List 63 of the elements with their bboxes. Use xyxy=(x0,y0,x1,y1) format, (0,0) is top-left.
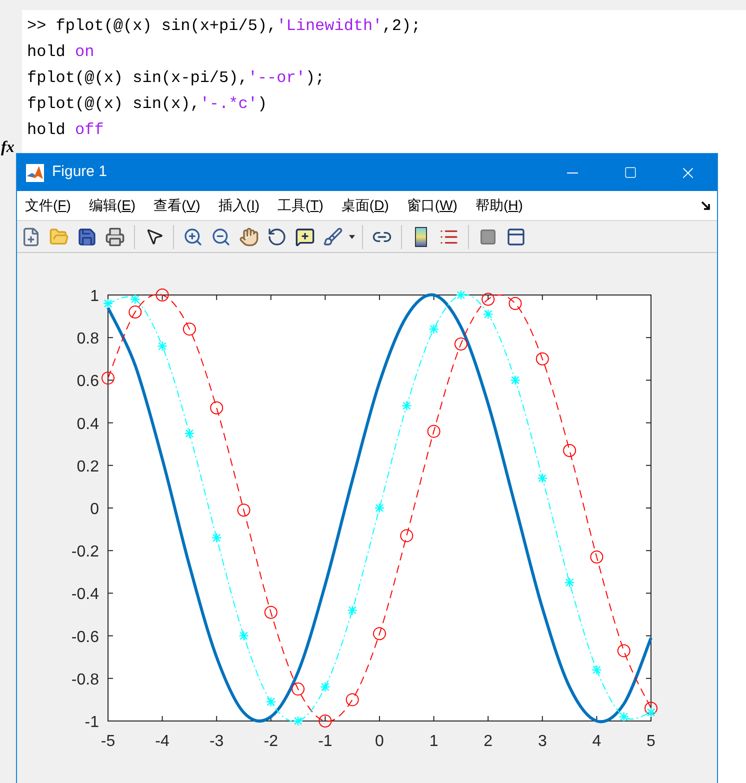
y-tick-label: -0.2 xyxy=(71,544,99,561)
point xyxy=(237,504,250,517)
point xyxy=(508,297,522,310)
minimize-icon xyxy=(566,172,578,174)
window-title: Figure 1 xyxy=(52,162,108,182)
menu-item[interactable]: 工具(T) xyxy=(276,195,324,216)
menu-item[interactable]: 编辑(E) xyxy=(88,195,137,216)
point xyxy=(590,550,604,564)
menu-item[interactable]: 文件(F) xyxy=(24,195,72,216)
code-line: fplot(@(x) sin(x-pi/5),'--or'); xyxy=(27,68,326,89)
point xyxy=(427,424,440,438)
x-tick-label: 3 xyxy=(538,733,547,750)
menu-item[interactable]: 查看(V) xyxy=(152,195,202,216)
point xyxy=(318,714,332,728)
x-tick-label: -2 xyxy=(264,733,278,750)
dock-arrow-icon[interactable] xyxy=(701,200,711,210)
code-line: hold on xyxy=(27,42,96,63)
dropdown-caret-icon[interactable] xyxy=(349,234,355,238)
point xyxy=(102,372,114,385)
y-tick-label: -0.4 xyxy=(71,586,99,604)
x-tick-label: 4 xyxy=(592,733,602,750)
point xyxy=(644,702,658,715)
code-line: hold off xyxy=(27,120,105,141)
y-tick-label: 0.6 xyxy=(76,373,99,390)
x-tick-label: -5 xyxy=(100,733,116,750)
menu-item[interactable]: 帮助(H) xyxy=(474,195,524,216)
code-line: >> fplot(@(x) sin(x+pi/5),'Linewidth',2); xyxy=(27,16,421,37)
point xyxy=(482,292,495,306)
point xyxy=(617,644,630,658)
y-tick-label: 0 xyxy=(90,501,99,518)
point xyxy=(563,444,576,457)
x-tick-label: -1 xyxy=(318,733,332,750)
point xyxy=(346,693,359,706)
y-tick-label: 0.4 xyxy=(76,416,99,433)
x-tick-label: -4 xyxy=(155,733,170,750)
menu-item[interactable]: 插入(I) xyxy=(217,195,261,216)
maximize-icon xyxy=(624,166,636,179)
point xyxy=(210,401,224,414)
y-tick-label: -0.6 xyxy=(71,628,99,646)
point xyxy=(536,352,549,366)
point xyxy=(400,529,414,542)
point xyxy=(454,337,468,350)
y-tick-label: 1 xyxy=(90,288,99,305)
x-tick-label: -3 xyxy=(209,733,224,750)
menu-item[interactable]: 桌面(D) xyxy=(340,195,390,216)
menu-item[interactable]: 窗口(W) xyxy=(406,195,458,216)
point xyxy=(128,306,142,319)
x-tick-label: 5 xyxy=(646,733,656,750)
y-tick-label: -1 xyxy=(84,714,99,731)
point xyxy=(373,627,386,640)
point xyxy=(264,606,278,619)
function-prompt-label: fx xyxy=(1,140,14,156)
code-line: fplot(@(x) sin(x),'-.*c') xyxy=(27,94,268,115)
x-tick-label: 0 xyxy=(375,733,384,750)
y-tick-label: 0.2 xyxy=(76,458,99,476)
y-tick-label: -0.8 xyxy=(71,671,99,688)
x-tick-label: 2 xyxy=(484,733,493,750)
point xyxy=(292,682,305,696)
point xyxy=(182,322,196,336)
matlab-logo-icon xyxy=(26,164,44,182)
y-tick-label: 0.8 xyxy=(76,330,99,348)
x-tick-label: 1 xyxy=(429,733,438,750)
point xyxy=(156,288,169,302)
